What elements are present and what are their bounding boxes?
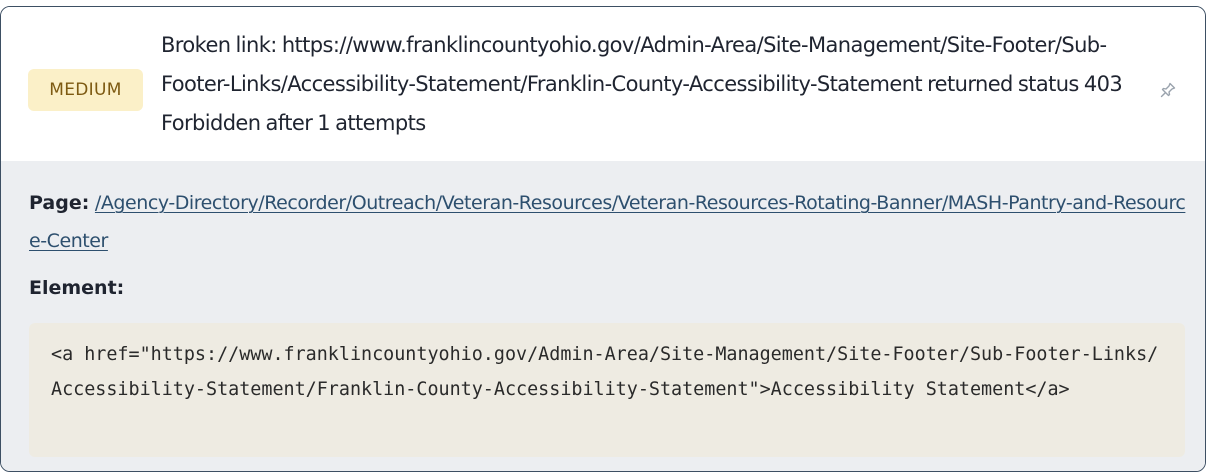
page-line: Page: /Agency-Directory/Recorder/Outreac… [29,184,1189,260]
page-label: Page: [29,192,90,214]
element-code-block: <a href="https://www.franklincountyohio.… [29,323,1185,457]
pin-icon[interactable] [1157,79,1179,101]
issue-summary[interactable]: MEDIUM Broken link: https://www.franklin… [1,7,1205,162]
issue-card: MEDIUM Broken link: https://www.franklin… [0,6,1206,472]
issue-details: Page: /Agency-Directory/Recorder/Outreac… [1,161,1205,471]
issue-message: Broken link: https://www.franklincountyo… [161,33,1123,135]
element-label: Element: [29,277,125,299]
pin-icon-graphic [1160,82,1176,98]
page-link[interactable]: /Agency-Directory/Recorder/Outreach/Vete… [29,192,1186,252]
severity-badge: MEDIUM [28,69,143,111]
